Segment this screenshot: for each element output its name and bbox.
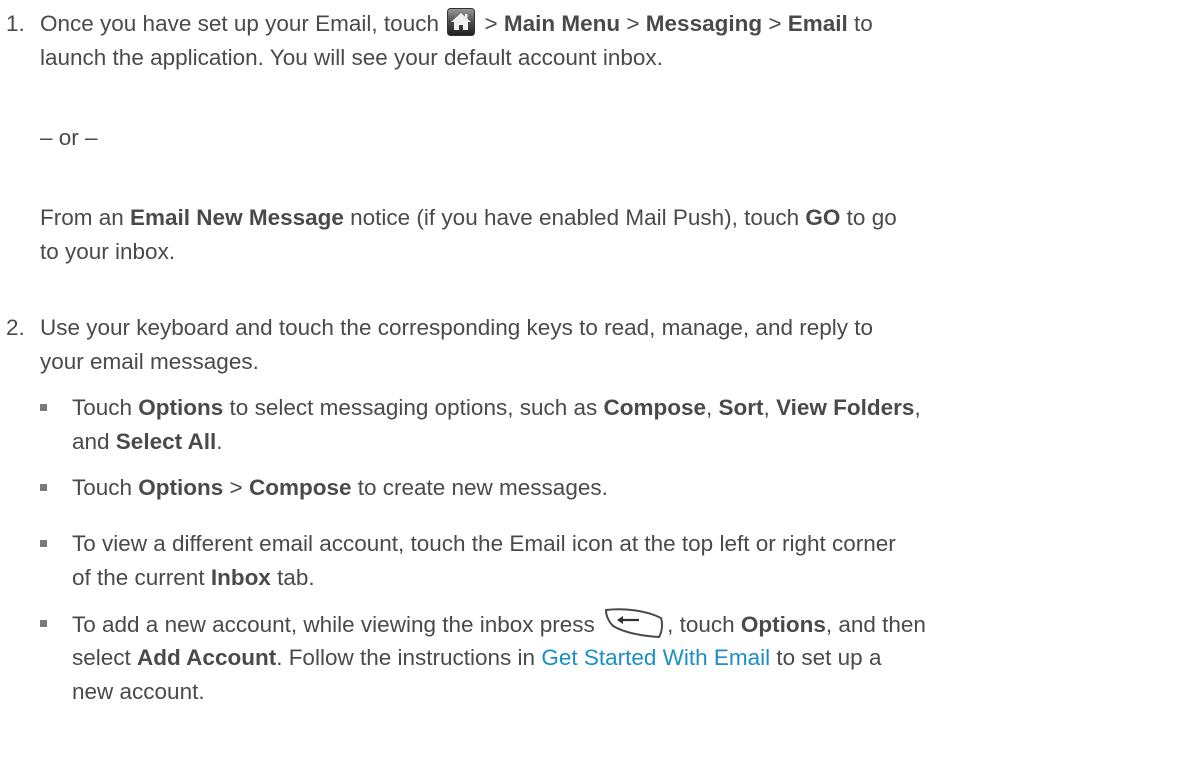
step2-line2: your email messages. — [40, 349, 259, 374]
email-label: Email — [787, 11, 848, 36]
bullet2-line1: Touch Options > Compose to create new me… — [72, 475, 608, 500]
step-number-1: 1. — [6, 11, 25, 36]
step1-line3: From an Email New Message notice (if you… — [40, 205, 897, 230]
get-started-with-email-link[interactable]: Get Started With Email — [541, 645, 770, 670]
step-number-2: 2. — [6, 315, 25, 340]
bullet1-line1: Touch Options to select messaging option… — [72, 395, 921, 420]
bullet4-line3: new account. — [72, 679, 205, 704]
step1-line1: Once you have set up your Email, touch >… — [40, 6, 873, 41]
bullet1-line2: and Select All. — [72, 429, 223, 454]
bullet-marker — [40, 540, 47, 547]
step1-line4: to your inbox. — [40, 239, 176, 264]
document-page: 1. Once you have set up your Email, touc… — [0, 0, 1199, 777]
or-separator: – or – — [40, 125, 98, 150]
bullet4-line1: To add a new account, while viewing the … — [72, 606, 926, 642]
home-icon — [447, 8, 476, 36]
bullet-marker — [40, 404, 47, 411]
inbox-label: Inbox — [210, 565, 271, 590]
bullet4-line2: select Add Account. Follow the instructi… — [72, 645, 882, 670]
bullet3-line2: of the current Inbox tab. — [72, 565, 315, 590]
back-key-icon — [605, 608, 664, 639]
go-label: GO — [805, 205, 841, 230]
messaging-label: Messaging — [645, 11, 763, 36]
bullet-marker — [40, 484, 47, 491]
add-account-label: Add Account — [137, 645, 277, 670]
main-menu-label: Main Menu — [503, 11, 621, 36]
email-new-message-label: Email New Message — [130, 205, 344, 230]
step2-line1: Use your keyboard and touch the correspo… — [40, 315, 874, 340]
bullet3-line1: To view a different email account, touch… — [72, 531, 896, 556]
step1-line2: launch the application. You will see you… — [40, 45, 663, 70]
bullet-marker — [40, 620, 47, 627]
